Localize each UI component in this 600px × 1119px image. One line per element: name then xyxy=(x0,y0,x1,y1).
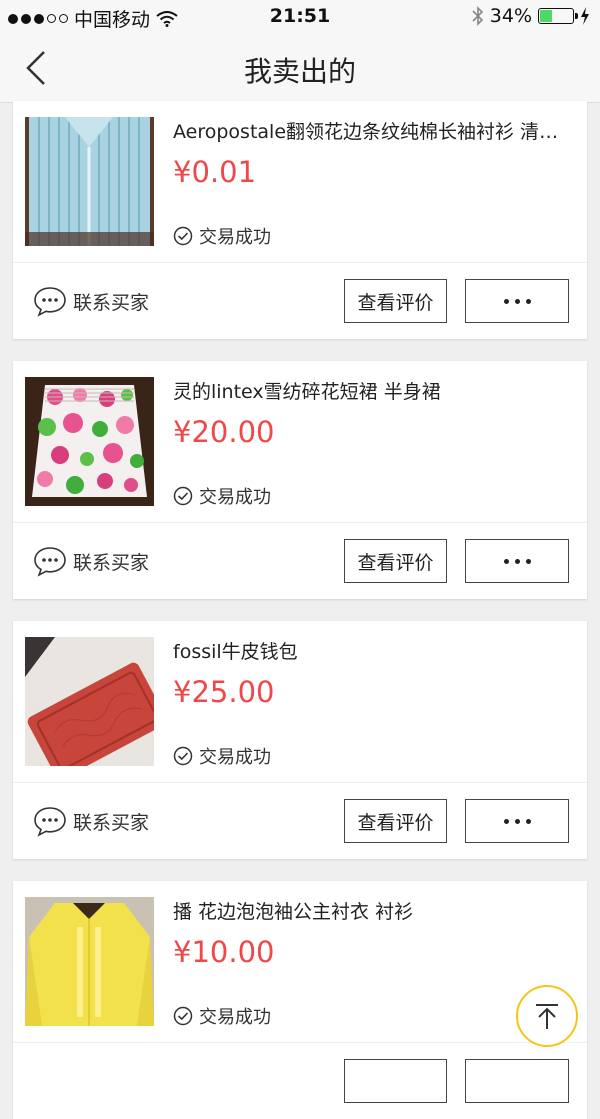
chat-bubble-icon xyxy=(34,547,66,577)
check-circle-icon xyxy=(173,1006,193,1026)
yellow-blouse-image[interactable] xyxy=(25,897,154,1026)
divider xyxy=(13,262,587,263)
more-options-button[interactable] xyxy=(465,799,569,843)
more-dots-icon xyxy=(503,818,531,824)
chat-bubble-icon xyxy=(34,287,66,317)
item-price: ¥25.00 xyxy=(173,675,275,709)
order-status-text: 交易成功 xyxy=(199,227,271,248)
divider xyxy=(13,522,587,523)
item-name[interactable]: Aeropostale翻领花边条纹纯棉长袖衬衫 清新… xyxy=(173,117,577,144)
arrow-up-icon xyxy=(536,1004,558,1029)
order-card: 灵的lintex雪纺碎花短裙 半身裙 ¥20.00 交易成功 联系买家 查看评价 xyxy=(13,361,587,599)
divider xyxy=(13,782,587,783)
divider xyxy=(13,1042,587,1043)
check-circle-icon xyxy=(173,746,193,766)
order-status-text: 交易成功 xyxy=(199,487,271,508)
more-options-button[interactable] xyxy=(465,279,569,323)
order-card: 播 花边泡泡袖公主衬衣 衬衫 ¥10.00 交易成功 xyxy=(13,881,587,1119)
item-name[interactable]: 灵的lintex雪纺碎花短裙 半身裙 xyxy=(173,377,577,404)
order-status: 交易成功 xyxy=(173,223,271,249)
more-dots-icon xyxy=(503,298,531,304)
order-status: 交易成功 xyxy=(173,1003,271,1029)
more-dots-icon xyxy=(503,558,531,564)
order-status-text: 交易成功 xyxy=(199,747,271,768)
striped-shirt-image[interactable] xyxy=(25,117,154,246)
contact-buyer-button[interactable]: 联系买家 xyxy=(33,545,149,577)
page-title: 我卖出的 xyxy=(243,55,356,88)
bluetooth-icon xyxy=(472,6,483,26)
check-circle-icon xyxy=(173,486,193,506)
order-status-text: 交易成功 xyxy=(199,1007,271,1028)
item-price: ¥0.01 xyxy=(173,155,257,189)
contact-buyer-label: 联系买家 xyxy=(73,551,150,574)
item-price: ¥10.00 xyxy=(173,935,275,969)
contact-buyer-label: 联系买家 xyxy=(73,811,150,834)
order-status: 交易成功 xyxy=(173,483,271,509)
more-options-button[interactable] xyxy=(465,1059,569,1103)
nav-bar: 我卖出的 xyxy=(0,34,600,103)
view-review-button[interactable]: 查看评价 xyxy=(344,799,447,843)
floral-skirt-image[interactable] xyxy=(25,377,154,506)
item-name[interactable]: fossil牛皮钱包 xyxy=(173,637,577,664)
contact-buyer-button[interactable]: 联系买家 xyxy=(33,805,149,837)
item-price: ¥20.00 xyxy=(173,415,275,449)
contact-buyer-label: 联系买家 xyxy=(73,291,150,314)
scroll-to-top-button[interactable] xyxy=(516,985,578,1047)
battery-percent: 34% xyxy=(489,5,532,27)
order-card: fossil牛皮钱包 ¥25.00 交易成功 联系买家 查看评价 xyxy=(13,621,587,859)
chat-bubble-icon xyxy=(34,807,66,837)
charging-icon xyxy=(581,7,589,25)
status-bar: 中国移动 21:51 34% xyxy=(0,0,600,34)
order-card: Aeropostale翻领花边条纹纯棉长袖衬衫 清新… ¥0.01 交易成功 联… xyxy=(13,101,587,339)
red-wallet-image[interactable] xyxy=(25,637,154,766)
check-circle-icon xyxy=(173,226,193,246)
battery-icon xyxy=(538,8,578,24)
more-options-button[interactable] xyxy=(465,539,569,583)
view-review-button[interactable]: 查看评价 xyxy=(344,539,447,583)
item-name[interactable]: 播 花边泡泡袖公主衬衣 衬衫 xyxy=(173,897,577,924)
view-review-button[interactable]: 查看评价 xyxy=(344,279,447,323)
order-status: 交易成功 xyxy=(173,743,271,769)
view-review-button[interactable] xyxy=(344,1059,447,1103)
contact-buyer-button[interactable]: 联系买家 xyxy=(33,285,149,317)
